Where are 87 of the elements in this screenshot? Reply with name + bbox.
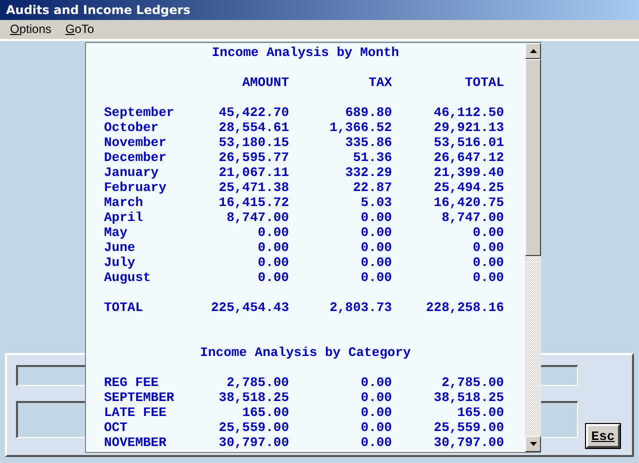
table-cell-text: 0.00 [256,240,289,255]
table-cell-text: 29,921.13 [432,120,504,135]
row-label: June [104,240,136,255]
table-cell-text: 30,797.00 [432,435,504,450]
table-cell-text: 0.00 [360,240,392,255]
table-cell-text: 1,366.52 [328,120,392,135]
table-cell-text: 0.00 [360,420,392,435]
scroll-down-button[interactable] [525,436,541,452]
scroll-thumb[interactable] [525,59,541,256]
table-cell-text: 0.00 [360,405,392,420]
table-cell-text: 0.00 [472,225,504,240]
table-cell-text: 8,747.00 [440,210,504,225]
column-header: TAX [368,75,392,90]
table-cell-text: 25,471.38 [218,180,289,195]
up-arrow-icon [530,49,536,53]
menu-item[interactable]: Options [10,20,52,39]
table-cell-text: 45,422.70 [218,105,289,120]
table-cell-text: 0.00 [360,270,392,285]
row-label: January [104,165,160,180]
table-cell-text: 228,258.16 [424,300,504,315]
row-label: December [104,150,168,165]
table-cell-text: 25,559.00 [432,420,504,435]
row-label: March [104,195,144,210]
row-label: April [104,210,144,225]
table-cell-text: 21,067.11 [218,165,289,180]
row-label: August [104,270,152,285]
table-cell-text: 26,647.12 [432,150,504,165]
row-label: July [104,255,136,270]
table-cell-text: 25,559.00 [218,420,289,435]
column-header: AMOUNT [241,75,289,90]
table-cell-text: 165.00 [241,405,289,420]
table-cell-text: 26,595.77 [218,150,289,165]
row-label: May [104,225,128,240]
row-label: September [104,105,176,120]
table-cell-text: 38,518.25 [432,390,504,405]
row-label: NOVEMBER [104,435,168,450]
column-header: TOTAL [464,75,504,90]
table-cell-text: 0.00 [256,270,289,285]
table-cell-text: 0.00 [472,255,504,270]
table-cell-text: 53,180.15 [218,135,289,150]
table-cell-text: 0.00 [360,210,392,225]
table-cell-text: 38,518.25 [218,390,289,405]
table-cell-text: 225,454.43 [210,300,289,315]
table-cell-text: 689.80 [344,105,392,120]
row-label: LATE FEE [104,405,168,420]
table-cell-text: 335.86 [344,135,392,150]
table-cell-text: 0.00 [256,225,289,240]
table-cell-text: 30,797.00 [218,435,289,450]
row-label: February [104,180,168,195]
row-label: SEPTEMBER [104,390,176,405]
table-cell-text: 16,415.72 [218,195,289,210]
table-cell-text: 53,516.01 [432,135,504,150]
table-cell-text: 8,747.00 [226,210,289,225]
table-cell-text: 0.00 [472,240,504,255]
table-cell-text: 0.00 [360,375,392,390]
row-label: October [104,120,160,135]
row-label: TOTAL [104,300,144,315]
table-cell-text: 46,112.50 [432,105,504,120]
table-cell-text: 0.00 [256,255,289,270]
table-cell-text: 2,785.00 [226,375,289,390]
scroll-up-button[interactable] [525,43,541,59]
table-cell-text: 21,399.40 [432,165,504,180]
table-cell-text: 0.00 [472,270,504,285]
down-arrow-icon [530,442,536,446]
table-cell-text: 2,785.00 [440,375,504,390]
window-title: Audits and Income Ledgers [0,0,639,20]
scrollbar[interactable] [525,43,541,452]
table-cell-text: 0.00 [360,255,392,270]
table-cell-text: 0.00 [360,390,392,405]
section-title: Income Analysis by Month [210,45,400,60]
row-label: REG FEE [104,375,160,390]
row-label: November [104,135,168,150]
table-cell-text: 28,554.61 [218,120,289,135]
table-cell-text: 5.03 [360,195,392,210]
table-cell-text: 165.00 [456,405,504,420]
table-cell-text: 51.36 [352,150,392,165]
menu-item[interactable]: GoTo [65,20,94,39]
table-cell-text: 25,494.25 [432,180,504,195]
table-cell-text: 22.87 [352,180,392,195]
section-title: Income Analysis by Category [199,345,412,360]
esc-button[interactable]: Esc [586,424,620,448]
table-cell-text: 2,803.73 [328,300,392,315]
table-cell-text: 16,420.75 [432,195,504,210]
table-cell-text: 0.00 [360,435,392,450]
table-cell-text: 0.00 [360,225,392,240]
table-cell-text: 332.29 [344,165,392,180]
row-label: OCT [104,420,128,435]
